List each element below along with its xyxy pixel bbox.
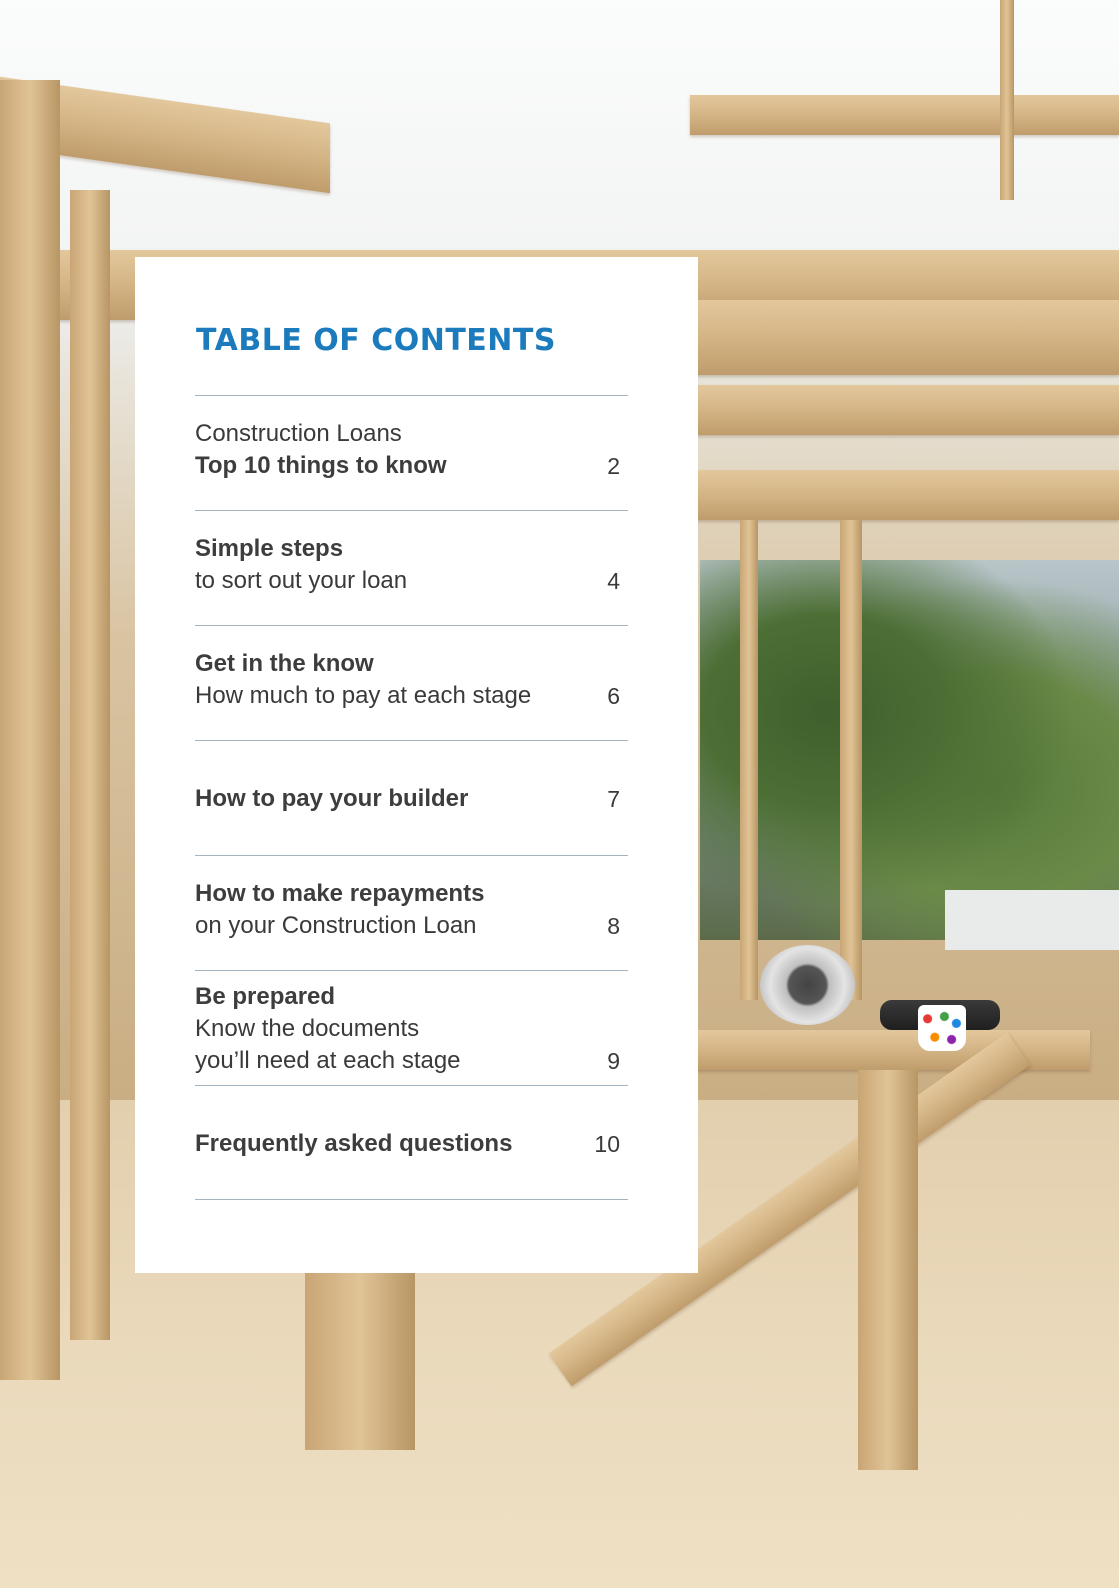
- timber-post: [1000, 0, 1014, 200]
- toc-list: Construction Loans Top 10 things to know 2…: [195, 395, 628, 1200]
- toc-entry-text: Frequently asked questions: [195, 1128, 568, 1160]
- timber-post: [858, 1070, 918, 1470]
- toc-entry[interactable]: How to pay your builder 7: [195, 740, 628, 855]
- exterior-wall: [945, 890, 1119, 950]
- toc-entry-heading: Get in the know: [195, 650, 374, 677]
- timber-post: [0, 80, 60, 1380]
- toc-page-number: 2: [607, 453, 620, 479]
- timber-beam: [690, 470, 1119, 520]
- timber-post: [840, 520, 862, 1000]
- toc-entry-heading: Top 10 things to know: [195, 452, 447, 479]
- toc-page-number: 4: [607, 568, 620, 594]
- toc-entry-text: Simple steps to sort out your loan: [195, 533, 568, 597]
- timber-post: [70, 190, 110, 1340]
- toc-entry-subtitle: you’ll need at each stage: [195, 1047, 461, 1074]
- timber-beam: [690, 385, 1119, 435]
- page-title: TABLE OF CONTENTS: [196, 323, 556, 358]
- toc-entry-heading: How to make repayments: [195, 880, 485, 907]
- toc-entry-subtitle: How much to pay at each stage: [195, 682, 532, 709]
- toc-entry-text: Get in the know How much to pay at each s…: [195, 648, 568, 712]
- toc-entry-heading: How to pay your builder: [195, 784, 469, 812]
- toc-entry-text: How to make repayments on your Constructi…: [195, 878, 568, 942]
- toc-entry-subtitle: on your Construction Loan: [195, 912, 477, 939]
- toc-entry[interactable]: How to make repayments on your Constructi…: [195, 855, 628, 970]
- toc-page-number: 7: [607, 785, 620, 812]
- toc-entry[interactable]: Frequently asked questions 10: [195, 1085, 628, 1200]
- toc-page-number: 10: [594, 1130, 620, 1157]
- toc-entry[interactable]: Get in the know How much to pay at each s…: [195, 625, 628, 740]
- trees: [700, 560, 1119, 940]
- toc-entry[interactable]: Simple steps to sort out your loan 4: [195, 510, 628, 625]
- toc-entry-text: How to pay your builder: [195, 783, 568, 815]
- toc-entry-subtitle: to sort out your loan: [195, 567, 408, 594]
- toc-entry-subtitle: Know the documents: [195, 1015, 420, 1042]
- polka-dot-mug: [918, 1005, 966, 1051]
- contents-panel: TABLE OF CONTENTS Construction Loans Top …: [135, 257, 698, 1273]
- toc-page-number: 9: [607, 1048, 620, 1074]
- timber-post: [305, 1270, 415, 1450]
- toc-entry[interactable]: Be prepared Know the documents you’ll need…: [195, 970, 628, 1085]
- toc-entry-text: Be prepared Know the documents you’ll need…: [195, 981, 568, 1077]
- toc-page-number: 6: [607, 683, 620, 709]
- timber-post: [740, 520, 758, 1000]
- toc-entry-heading: Frequently asked questions: [195, 1129, 513, 1157]
- toc-entry-text: Construction Loans Top 10 things to know: [195, 418, 568, 482]
- toc-entry-heading: Simple steps: [195, 535, 344, 562]
- toc-entry-heading: Be prepared: [195, 983, 336, 1010]
- toc-page-number: 8: [607, 913, 620, 939]
- toc-entry[interactable]: Construction Loans Top 10 things to know 2: [195, 395, 628, 510]
- circular-saw: [760, 945, 855, 1025]
- toc-entry-subtitle: Construction Loans: [195, 420, 402, 447]
- timber-beam: [690, 300, 1119, 375]
- timber-beam: [690, 95, 1119, 135]
